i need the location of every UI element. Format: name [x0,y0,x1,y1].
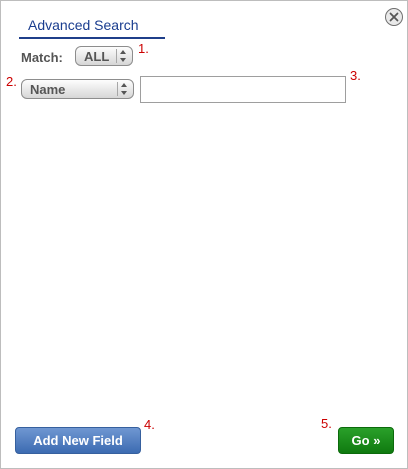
go-button[interactable]: Go » [338,427,394,454]
field-select-value: Name [30,82,66,97]
select-arrows-icon [117,82,129,96]
panel-title-tab: Advanced Search [19,15,165,39]
annotation-2: 2. [6,74,17,89]
match-label: Match: [21,50,63,65]
add-new-field-button[interactable]: Add New Field [15,427,141,454]
match-select[interactable]: ALL [75,46,133,66]
annotation-3: 3. [350,68,361,83]
field-select[interactable]: Name [21,79,134,99]
annotation-1: 1. [138,41,149,56]
annotation-4: 4. [144,417,155,432]
panel-title: Advanced Search [28,17,139,33]
field-value-input[interactable] [140,76,346,103]
annotation-5: 5. [321,416,332,431]
close-icon [389,12,399,22]
close-button[interactable] [385,8,403,26]
advanced-search-panel: Advanced Search Match: ALL 1. 2. Name 3.… [0,0,408,469]
select-arrows-icon [116,49,128,63]
match-select-value: ALL [84,49,110,64]
